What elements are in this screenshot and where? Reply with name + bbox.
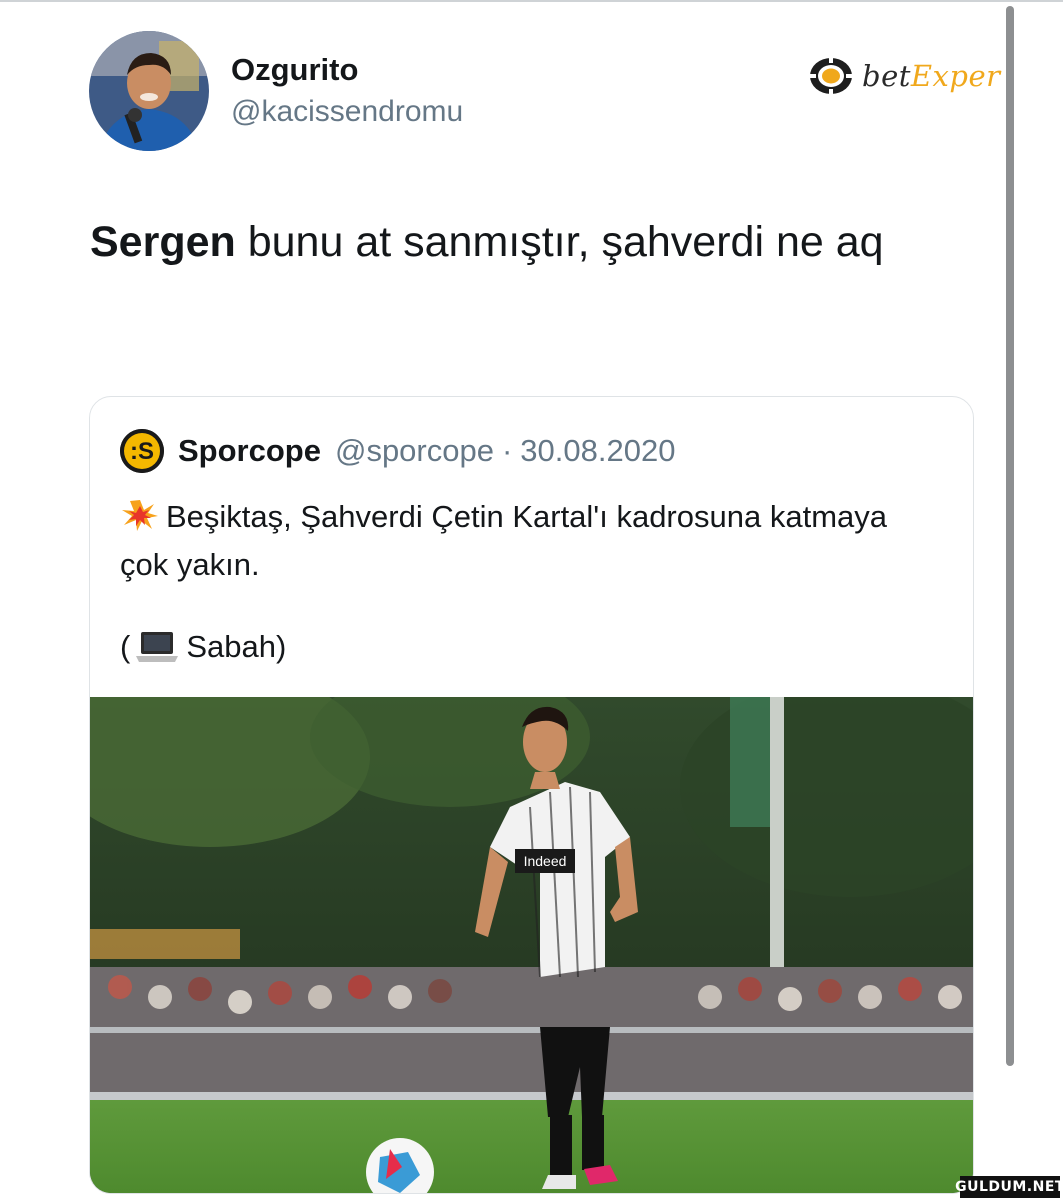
logo-text-bet: bet: [862, 59, 911, 93]
quoted-tweet-source: ( Sabah): [120, 629, 286, 665]
meta-separator: ·: [501, 433, 513, 468]
chip-icon: [810, 57, 852, 95]
top-divider: [0, 0, 1063, 2]
laptop-emoji-icon: [136, 632, 179, 662]
tweet-text-rest: bunu at sanmıştır, şahverdi ne aq: [235, 218, 884, 266]
quoted-tweet-card[interactable]: :S Sporcope @sporcope · 30.08.2020 Beşik…: [89, 396, 974, 1194]
site-watermark: GULDUM.NET: [955, 1176, 1063, 1198]
quoted-date[interactable]: 30.08.2020: [520, 433, 675, 469]
quoted-tweet-photo[interactable]: Indeed: [90, 667, 973, 1193]
tweet-text: Sergen bunu at sanmıştır, şahverdi ne aq: [90, 208, 950, 276]
quoted-account-handle[interactable]: @sporcope: [335, 433, 494, 469]
scrollbar[interactable]: [1006, 6, 1014, 1066]
author-avatar[interactable]: [89, 31, 209, 151]
quoted-tweet-text: Beşiktaş, Şahverdi Çetin Kartal'ı kadros…: [120, 499, 887, 582]
source-open-paren: (: [120, 629, 131, 664]
logo-text-exper: Exper: [910, 59, 1001, 93]
betexper-logo: betExper: [808, 54, 1001, 98]
quoted-tweet-body: Beşiktaş, Şahverdi Çetin Kartal'ı kadros…: [120, 493, 940, 589]
jersey-sponsor: Indeed: [524, 853, 567, 869]
sporcope-avatar-icon[interactable]: :S: [120, 429, 164, 473]
author-handle[interactable]: @kacissendromu: [231, 95, 463, 129]
author-name[interactable]: Ozgurito: [231, 52, 358, 88]
collision-emoji-icon: [122, 500, 158, 531]
svg-text::S: :S: [130, 438, 154, 465]
quoted-tweet-header: :S Sporcope @sporcope · 30.08.2020: [120, 429, 675, 473]
quoted-account-name[interactable]: Sporcope: [178, 433, 321, 469]
tweet-text-bold: Sergen: [90, 218, 236, 266]
source-text: Sabah): [186, 629, 287, 664]
